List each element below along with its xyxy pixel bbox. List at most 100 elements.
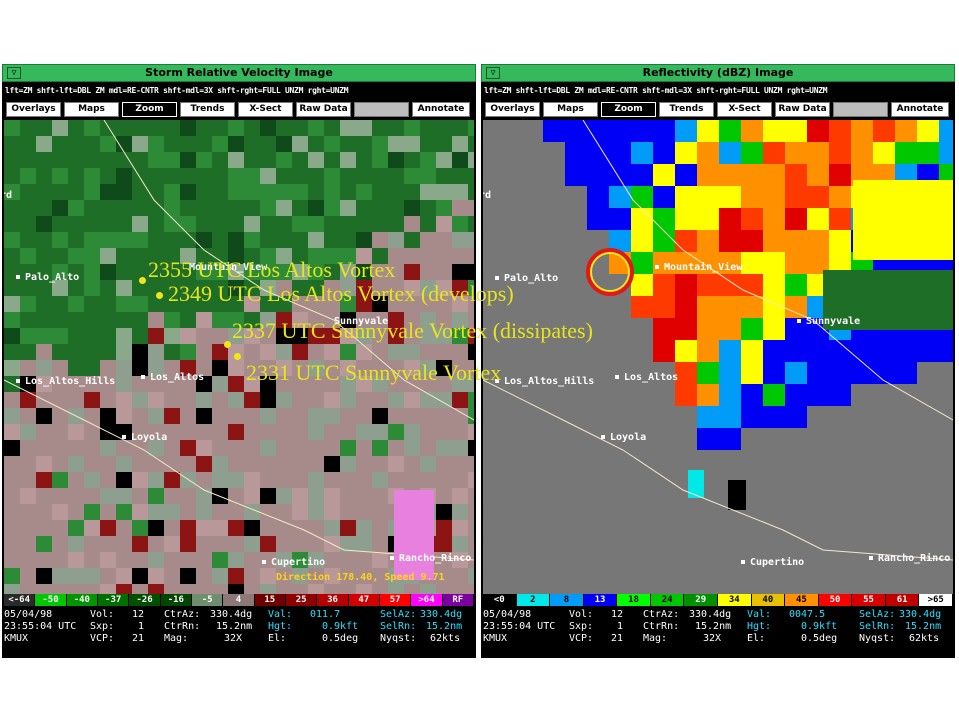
status-selrn: 15.2nm: [426, 621, 463, 632]
radar-pixel: [228, 408, 244, 424]
radar-pixel: [324, 440, 340, 456]
radar-pixel: [468, 504, 474, 520]
legend-cell: >64: [411, 594, 443, 606]
velocity-window-titlebar[interactable]: ▽ Storm Relative Velocity Image: [2, 64, 476, 82]
maps-button[interactable]: Maps: [64, 102, 119, 117]
radar-pixel: [180, 472, 196, 488]
radar-pixel: [36, 200, 52, 216]
trends-button[interactable]: Trends: [180, 102, 235, 117]
radar-pixel: [873, 340, 895, 362]
radar-pixel: [228, 456, 244, 472]
radar-pixel: [132, 152, 148, 168]
radar-pixel: [196, 536, 212, 552]
radar-pixel: [148, 408, 164, 424]
radar-pixel: [52, 136, 68, 152]
raw-data-button[interactable]: Raw Data: [296, 102, 351, 117]
blank-button[interactable]: [354, 102, 409, 117]
radar-pixel: [180, 440, 196, 456]
radar-pixel: [180, 136, 196, 152]
radar-pixel: [68, 296, 84, 312]
blank-button[interactable]: [833, 102, 888, 117]
radar-pixel: [116, 232, 132, 248]
reflectivity-radar-map[interactable]: rd Palo_Alto Mountain_View Sunnyvale Los…: [483, 120, 953, 594]
radar-pixel: [68, 248, 84, 264]
vortex-marker-2349: [156, 292, 163, 299]
annotate-button[interactable]: Annotate: [412, 102, 470, 117]
radar-pixel: [164, 472, 180, 488]
radar-pixel: [719, 186, 741, 208]
raw-data-button[interactable]: Raw Data: [775, 102, 830, 117]
radar-pixel: [212, 120, 228, 136]
radar-pixel: [52, 520, 68, 536]
radar-pixel: [276, 184, 292, 200]
radar-pixel: [20, 584, 36, 594]
status-ctraz: 330.4dg: [689, 609, 732, 620]
radar-pixel: [873, 120, 895, 142]
radar-pixel: [436, 536, 452, 552]
legend-cell: >65: [919, 594, 953, 606]
radar-pixel: [180, 536, 196, 552]
status-selrn: 15.2nm: [905, 621, 942, 632]
radar-pixel: [340, 456, 356, 472]
radar-pixel: [68, 312, 84, 328]
radar-pixel: [697, 142, 719, 164]
radar-pixel: [4, 136, 20, 152]
x-sect-button[interactable]: X-Sect: [717, 102, 772, 117]
radar-pixel: [785, 230, 807, 252]
radar-pixel: [308, 136, 324, 152]
radar-pixel: [244, 184, 260, 200]
trends-button[interactable]: Trends: [659, 102, 714, 117]
radar-pixel: [20, 440, 36, 456]
radar-pixel: [404, 136, 420, 152]
radar-pixel: [148, 584, 164, 594]
status-ctraz-label: CtrAz:: [643, 609, 680, 620]
radar-pixel: [436, 152, 452, 168]
radar-pixel: [436, 184, 452, 200]
radar-pixel: [52, 536, 68, 552]
radar-pixel: [468, 568, 474, 584]
radar-pixel: [132, 120, 148, 136]
x-sect-button[interactable]: X-Sect: [238, 102, 293, 117]
radar-pixel: [631, 142, 653, 164]
vortex-marker-2355: [139, 277, 146, 284]
reflectivity-window-titlebar[interactable]: ▽ Reflectivity (dBZ) Image: [481, 64, 955, 82]
radar-pixel: [719, 384, 741, 406]
radar-pixel: [36, 216, 52, 232]
radar-pixel: [4, 504, 20, 520]
radar-pixel: [84, 152, 100, 168]
radar-pixel: [785, 142, 807, 164]
radar-pixel: [52, 440, 68, 456]
radar-pixel: [340, 424, 356, 440]
zoom-button[interactable]: Zoom: [601, 102, 656, 117]
radar-pixel: [653, 208, 675, 230]
status-vol-label: Vol:: [569, 609, 594, 620]
radar-pixel: [388, 584, 404, 594]
radar-pixel: [260, 344, 276, 360]
annotation-2337: 2337 UTC Sunnyvale Vortex (dissipates): [232, 318, 593, 343]
overlays-button[interactable]: Overlays: [485, 102, 540, 117]
radar-pixel: [20, 216, 36, 232]
radar-pixel: [829, 164, 851, 186]
overlays-button[interactable]: Overlays: [6, 102, 61, 117]
radar-pixel: [212, 376, 228, 392]
radar-pixel: [132, 504, 148, 520]
radar-pixel: [84, 184, 100, 200]
velocity-radar-map[interactable]: rd Palo_Alto Mountain_View Sunnyvale Los…: [4, 120, 474, 594]
maps-button[interactable]: Maps: [543, 102, 598, 117]
radar-pixel: [260, 488, 276, 504]
radar-pixel: [260, 424, 276, 440]
radar-pixel: [228, 376, 244, 392]
radar-pixel: [196, 424, 212, 440]
radar-pixel: [4, 472, 20, 488]
zoom-button[interactable]: Zoom: [122, 102, 177, 117]
radar-pixel: [196, 472, 212, 488]
radar-pixel: [372, 456, 388, 472]
radar-pixel: [164, 328, 180, 344]
legend-cell: 25: [286, 594, 318, 606]
radar-pixel: [436, 488, 452, 504]
annotate-button[interactable]: Annotate: [891, 102, 949, 117]
radar-pixel: [697, 296, 719, 318]
radar-pixel: [84, 536, 100, 552]
radar-pixel: [68, 568, 84, 584]
radar-pixel: [260, 520, 276, 536]
